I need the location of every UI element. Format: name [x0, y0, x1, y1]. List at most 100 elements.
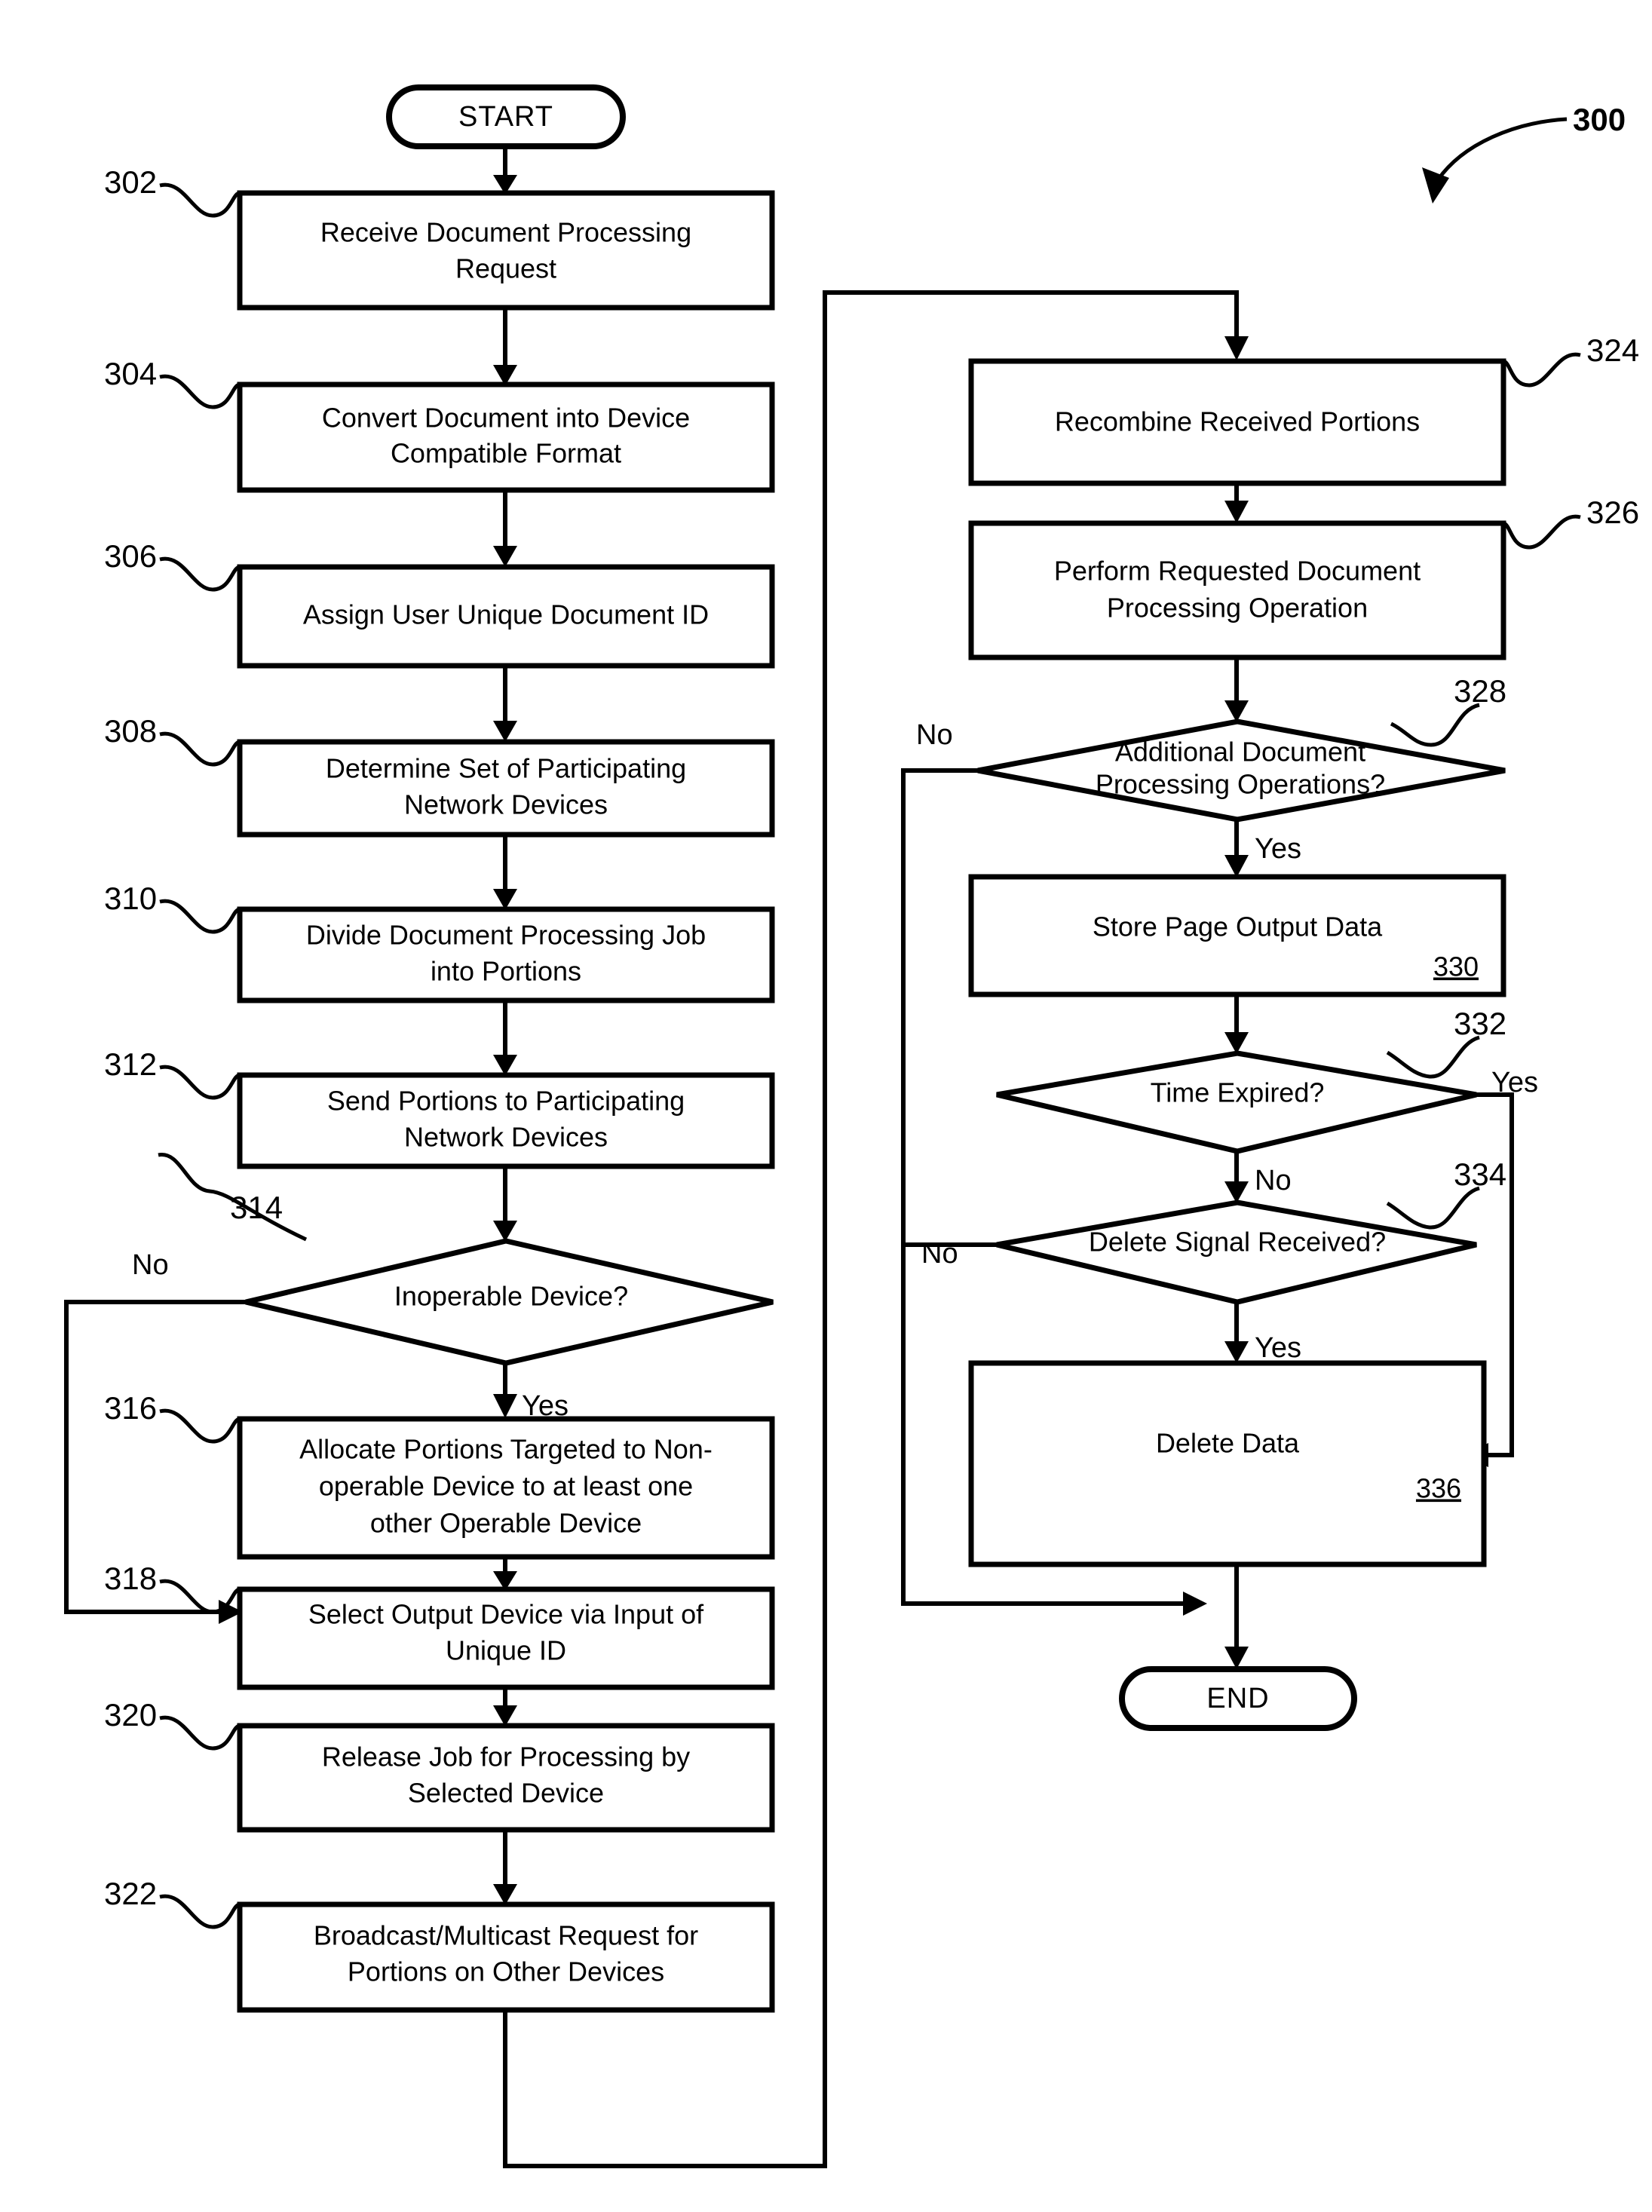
- step-308: Determine Set of Participating Network D…: [237, 739, 775, 838]
- leader-310: [159, 899, 241, 934]
- ref-324: 324: [1586, 332, 1639, 368]
- step-330-line-1: Store Page Output Data: [1093, 911, 1383, 942]
- step-332: Time Expired?: [996, 1050, 1477, 1154]
- leader-322: [159, 1894, 241, 1929]
- step-316: Allocate Portions Targeted to Non- opera…: [237, 1416, 775, 1560]
- step-310-line-2: into Portions: [431, 956, 581, 987]
- node-layer: START Receive Document Processing Reques…: [237, 84, 1506, 2013]
- leader-320: [159, 1715, 241, 1751]
- branch-label-332-yes: Yes: [1491, 1067, 1538, 1098]
- arrowhead: [1224, 336, 1249, 360]
- step-318-line-2: Unique ID: [446, 1635, 566, 1666]
- step-310-line-1: Divide Document Processing Job: [306, 920, 706, 951]
- flowchart-svg: START Receive Document Processing Reques…: [64, 84, 1639, 2168]
- arrowhead: [1183, 1592, 1207, 1616]
- ref-322: 322: [104, 1876, 157, 1911]
- ref-314: 314: [230, 1190, 283, 1225]
- step-336-line-1: Delete Data: [1156, 1428, 1300, 1459]
- step-330: Store Page Output Data 330: [968, 874, 1506, 997]
- terminator-start-label: START: [458, 101, 553, 133]
- step-336: Delete Data 336: [968, 1360, 1487, 1567]
- ref-316: 316: [104, 1390, 157, 1426]
- figure-reference-numeral: 300: [1573, 102, 1626, 137]
- leader-326: [1502, 514, 1581, 550]
- step-322-line-2: Portions on Other Devices: [348, 1956, 664, 1987]
- leader-332: [1386, 1035, 1480, 1079]
- step-318: Select Output Device via Input of Unique…: [237, 1586, 775, 1690]
- ref-302: 302: [104, 164, 157, 200]
- step-302-line-1: Receive Document Processing: [320, 217, 691, 248]
- step-314-label: Inoperable Device?: [394, 1281, 628, 1312]
- figure-canvas: START Receive Document Processing Reques…: [0, 0, 1652, 2212]
- step-328-line-2: Processing Operations?: [1096, 769, 1385, 800]
- ref-326: 326: [1586, 495, 1639, 530]
- arrowhead: [1224, 1341, 1249, 1363]
- step-326-line-1: Perform Requested Document: [1054, 556, 1421, 587]
- arrowhead: [1224, 1647, 1249, 1669]
- step-328: Additional Document Processing Operation…: [977, 718, 1506, 823]
- leader-308: [159, 731, 241, 767]
- step-312: Send Portions to Participating Network D…: [237, 1072, 775, 1169]
- branch-label-332-no: No: [1255, 1165, 1292, 1196]
- step-304: Convert Document into Device Compatible …: [237, 381, 775, 493]
- ref-310: 310: [104, 881, 157, 916]
- ref-308: 308: [104, 713, 157, 749]
- branch-label-328-yes: Yes: [1255, 833, 1301, 865]
- leader-334: [1386, 1186, 1480, 1230]
- step-314: Inoperable Device?: [245, 1238, 774, 1366]
- ref-332: 332: [1454, 1006, 1506, 1041]
- ref-334: 334: [1454, 1157, 1506, 1192]
- step-308-line-1: Determine Set of Participating: [326, 753, 686, 784]
- figure-ref-leader: [1435, 117, 1568, 182]
- leader-324: [1502, 352, 1581, 388]
- ref-312: 312: [104, 1046, 157, 1082]
- step-324: Recombine Received Portions: [968, 358, 1506, 486]
- step-304-line-2: Compatible Format: [391, 438, 621, 469]
- branch-label-334-no: No: [921, 1238, 958, 1270]
- step-326-line-2: Processing Operation: [1107, 593, 1368, 623]
- step-312-line-2: Network Devices: [404, 1122, 608, 1153]
- ref-328: 328: [1454, 673, 1506, 709]
- arrowhead: [493, 546, 517, 567]
- step-332-label: Time Expired?: [1151, 1077, 1325, 1108]
- leader-304: [159, 374, 241, 409]
- step-322-line-1: Broadcast/Multicast Request for: [314, 1920, 698, 1951]
- step-328-line-1: Additional Document: [1115, 737, 1365, 767]
- terminator-end-label: END: [1206, 1683, 1269, 1714]
- leader-312: [159, 1065, 241, 1100]
- leader-302: [159, 182, 241, 218]
- ref-320: 320: [104, 1697, 157, 1733]
- step-320: Release Job for Processing by Selected D…: [237, 1723, 775, 1833]
- step-322: Broadcast/Multicast Request for Portions…: [237, 1901, 775, 2013]
- step-336-inner-ref: 336: [1416, 1473, 1461, 1504]
- step-306: Assign User Unique Document ID: [237, 564, 775, 669]
- step-306-line-1: Assign User Unique Document ID: [303, 599, 709, 630]
- branch-label-328-no: No: [916, 719, 953, 751]
- arrowhead: [493, 1394, 517, 1418]
- step-312-line-1: Send Portions to Participating: [327, 1086, 685, 1117]
- ref-304: 304: [104, 356, 157, 391]
- step-320-line-2: Selected Device: [408, 1778, 604, 1809]
- arrowhead: [493, 721, 517, 742]
- step-308-line-2: Network Devices: [404, 789, 608, 820]
- step-302-line-2: Request: [455, 253, 556, 284]
- step-318-line-1: Select Output Device via Input of: [308, 1599, 704, 1630]
- step-304-line-1: Convert Document into Device: [322, 403, 690, 434]
- terminator-start: START: [386, 84, 626, 149]
- leader-306: [159, 556, 241, 592]
- step-310: Divide Document Processing Job into Port…: [237, 906, 775, 1003]
- branch-label-314-no: No: [132, 1249, 169, 1281]
- step-316-line-3: other Operable Device: [370, 1508, 642, 1539]
- leader-328: [1390, 703, 1480, 747]
- leader-316: [159, 1408, 241, 1444]
- branch-label-314-yes: Yes: [522, 1390, 569, 1422]
- step-324-line-1: Recombine Received Portions: [1055, 406, 1420, 437]
- arrowhead: [1224, 501, 1249, 523]
- step-326: Perform Requested Document Processing Op…: [968, 520, 1506, 660]
- terminator-end: END: [1119, 1666, 1357, 1731]
- step-330-inner-ref: 330: [1433, 951, 1479, 982]
- ref-306: 306: [104, 538, 157, 574]
- ref-318: 318: [104, 1561, 157, 1596]
- step-320-line-1: Release Job for Processing by: [322, 1742, 690, 1772]
- step-334-label: Delete Signal Received?: [1089, 1227, 1386, 1258]
